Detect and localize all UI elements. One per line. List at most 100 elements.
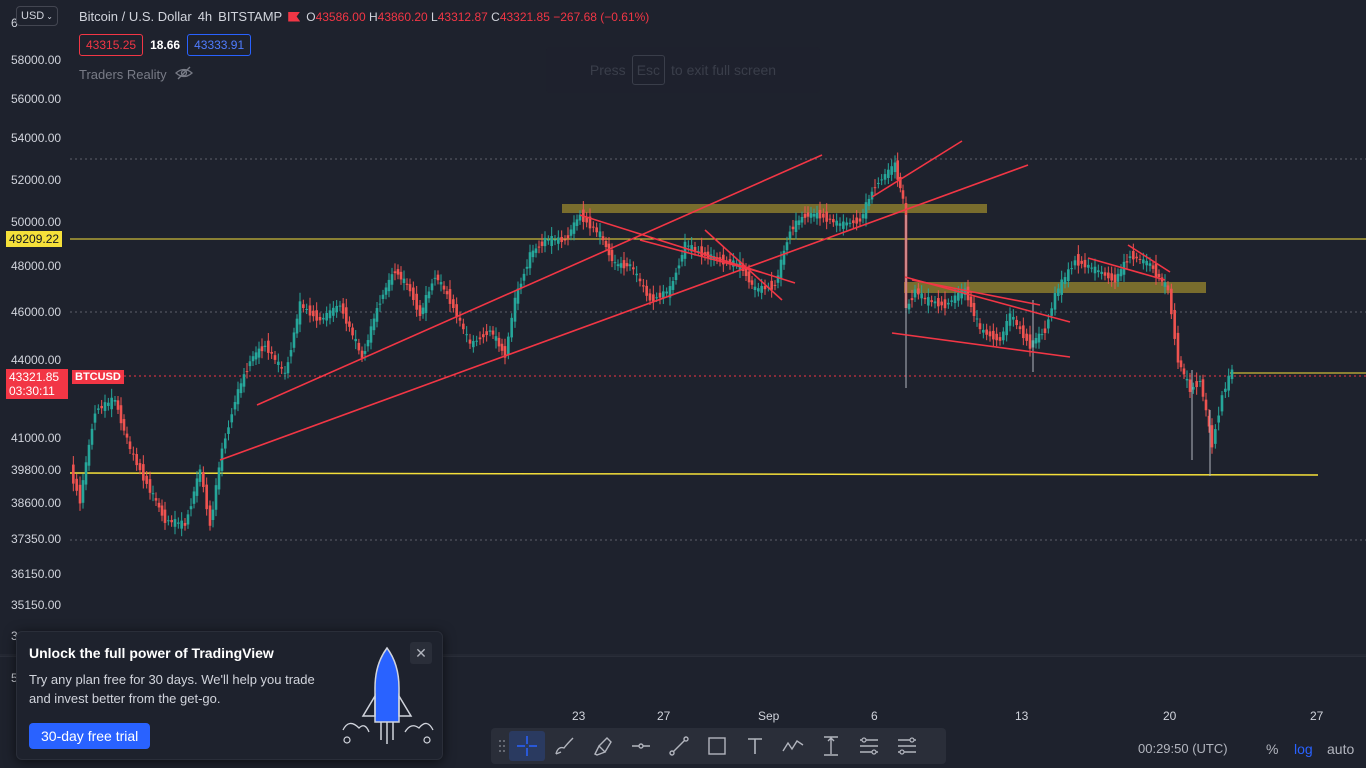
candle-body xyxy=(1034,338,1038,344)
candle-body xyxy=(436,274,440,281)
long-position-tool-button[interactable] xyxy=(851,731,887,761)
crosshair-tool-button[interactable] xyxy=(509,731,545,761)
candle-body xyxy=(818,209,822,219)
candle-body xyxy=(683,241,687,259)
chart-area[interactable]: 6 58000.00 56000.00 54000.00 52000.00 50… xyxy=(0,0,1366,656)
indicator-legend[interactable]: Traders Reality xyxy=(79,66,193,83)
candle-body xyxy=(1073,260,1077,266)
candle-body xyxy=(744,268,748,277)
currency-select[interactable]: USD ⌄ xyxy=(16,6,58,26)
candle-body xyxy=(1210,425,1214,448)
candle-body xyxy=(90,428,94,445)
candle-body xyxy=(1157,273,1161,278)
candle-body xyxy=(267,340,270,353)
utc-clock[interactable]: 00:29:50 (UTC) xyxy=(1138,741,1228,756)
candle-body xyxy=(507,336,510,356)
auto-scale-toggle[interactable]: auto xyxy=(1327,741,1354,757)
trendline-tool-button[interactable] xyxy=(661,731,697,761)
eye-hidden-icon[interactable] xyxy=(174,66,193,83)
candle-body xyxy=(1227,375,1230,391)
candle-body xyxy=(107,402,110,406)
price-chart[interactable] xyxy=(0,0,1366,656)
candle-body xyxy=(680,254,684,262)
candle-body xyxy=(592,226,595,228)
candle-body xyxy=(328,310,332,319)
interval-label: 4h xyxy=(197,9,213,24)
price-range-tool-button[interactable] xyxy=(813,731,849,761)
candle-body xyxy=(665,291,668,294)
candle-body xyxy=(625,263,629,267)
buy-price-button[interactable]: 43333.91 xyxy=(187,34,252,56)
candle-body xyxy=(907,303,911,310)
symbol-legend[interactable]: Bitcoin / U.S. Dollar 4h BITSTAMP O43586… xyxy=(79,9,649,24)
candle-body xyxy=(1148,263,1152,266)
horizontal-line-price-tag[interactable]: 49209.22 xyxy=(6,231,63,247)
path-tool-button[interactable] xyxy=(775,731,811,761)
candle-body xyxy=(1070,268,1073,270)
candle-body xyxy=(1090,267,1093,269)
candle-body xyxy=(1040,334,1044,336)
horizontal-ray-tool-button[interactable] xyxy=(623,731,659,761)
candle-body xyxy=(1037,333,1041,343)
candle-body xyxy=(628,264,632,267)
sell-price-button[interactable]: 43315.25 xyxy=(79,34,144,56)
candle-body xyxy=(280,367,283,369)
candle-body xyxy=(992,330,995,340)
short-position-tool-button[interactable] xyxy=(889,731,925,761)
candle-body xyxy=(1100,271,1103,274)
crosshair-icon xyxy=(517,736,537,756)
candle-body xyxy=(254,352,258,360)
candle-body xyxy=(1067,269,1070,282)
candle-body xyxy=(642,285,645,287)
candle-body xyxy=(1214,429,1217,444)
percent-scale-toggle[interactable]: % xyxy=(1266,741,1278,757)
candle-body xyxy=(387,279,391,292)
candle-body xyxy=(943,299,947,309)
candle-body xyxy=(415,293,418,310)
rectangle-tool-button[interactable] xyxy=(699,731,735,761)
brush-tool-button[interactable] xyxy=(547,731,583,761)
candle-body xyxy=(1047,319,1050,329)
candle-body xyxy=(341,303,345,314)
candle-body xyxy=(1188,379,1192,392)
text-tool-button[interactable] xyxy=(737,731,773,761)
candle-body xyxy=(1182,368,1186,375)
candle-body xyxy=(848,222,852,224)
candle-body xyxy=(1142,259,1145,264)
candle-body xyxy=(277,361,280,365)
candle-body xyxy=(357,342,361,351)
candle-body xyxy=(1008,313,1012,326)
candle-body xyxy=(560,236,563,243)
candle-body xyxy=(1002,331,1005,341)
highlighter-tool-button[interactable] xyxy=(585,731,621,761)
candle-body xyxy=(251,356,255,362)
candle-body xyxy=(923,297,927,300)
candle-body xyxy=(151,493,155,495)
candle-body xyxy=(214,485,218,510)
candle-body xyxy=(283,372,287,374)
candle-body xyxy=(335,305,338,313)
candle-body xyxy=(351,327,354,336)
candle-body xyxy=(198,469,202,482)
candle-body xyxy=(933,301,937,304)
candle-body xyxy=(1125,261,1129,263)
symbol-title: Bitcoin / U.S. Dollar xyxy=(79,9,192,24)
candle-body xyxy=(1195,381,1198,388)
candle-body xyxy=(822,213,825,218)
candle-body xyxy=(145,475,148,484)
candle-body xyxy=(1179,360,1183,368)
flag-icon[interactable] xyxy=(288,11,301,22)
candle-body xyxy=(239,383,243,394)
candle-body xyxy=(1022,325,1025,339)
free-trial-button[interactable]: 30-day free trial xyxy=(29,723,151,749)
candle-body xyxy=(1005,321,1008,336)
candle-body xyxy=(242,374,246,387)
candle-body xyxy=(442,285,446,290)
candle-body xyxy=(122,419,126,431)
candle-body xyxy=(427,291,431,299)
candle-body xyxy=(1060,279,1063,295)
log-scale-toggle[interactable]: log xyxy=(1294,741,1313,757)
drag-handle-icon[interactable] xyxy=(497,736,507,756)
trendline xyxy=(891,332,1071,358)
candle-body xyxy=(113,399,117,402)
